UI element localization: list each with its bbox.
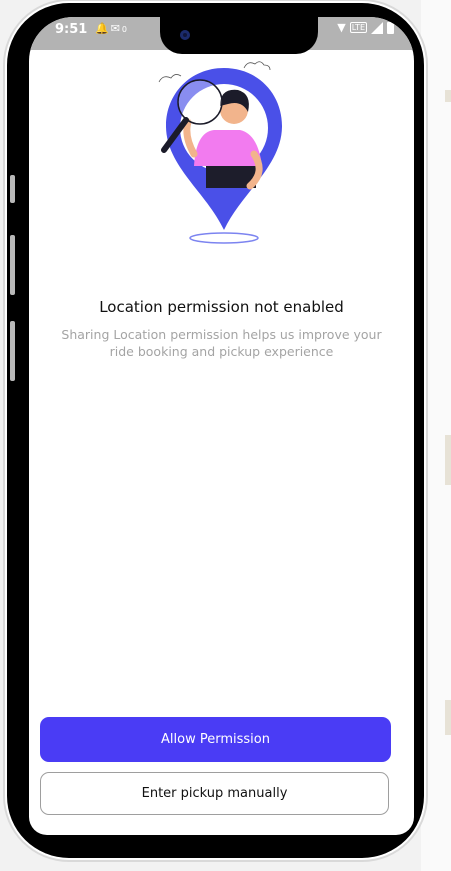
permission-title: Location permission not enabled: [99, 298, 344, 316]
wifi-icon: ▼: [337, 21, 346, 34]
front-camera-icon: [180, 30, 190, 40]
camera-notch: [160, 17, 318, 54]
signal-icon: [371, 21, 383, 34]
status-right-icons: ▼ LTE: [337, 21, 394, 34]
cloud-doodle: [243, 61, 271, 71]
phone-frame: 9:51 🔔✉0 ▼ LTE Location permission not e…: [7, 3, 424, 858]
background-block: [445, 435, 451, 485]
volume-up-button: [10, 235, 15, 295]
data-speed: 0: [121, 25, 130, 34]
bell-icon: 🔔: [95, 22, 111, 35]
device-canvas: 9:51 🔔✉0 ▼ LTE Location permission not e…: [0, 0, 451, 871]
volume-down-button: [10, 321, 15, 381]
network-label: LTE: [349, 22, 367, 33]
location-pin-illustration: [158, 61, 282, 244]
mail-icon: ✉: [110, 22, 122, 35]
background-block: [445, 700, 451, 735]
cloud-doodle: [158, 74, 182, 83]
background-block: [445, 90, 451, 102]
mute-switch: [10, 175, 15, 203]
allow-permission-button[interactable]: Allow Permission: [40, 717, 391, 762]
permission-description: Sharing Location permission helps us imp…: [61, 327, 382, 359]
app-screen: 9:51 🔔✉0 ▼ LTE Location permission not e…: [29, 17, 414, 835]
pin-ripple: [189, 232, 259, 244]
status-time: 9:51: [55, 22, 88, 37]
notification-icons: 🔔✉0: [95, 22, 129, 35]
battery-icon: [387, 21, 394, 34]
enter-pickup-manually-button[interactable]: Enter pickup manually: [40, 772, 389, 815]
background-app-strip: [421, 0, 451, 871]
